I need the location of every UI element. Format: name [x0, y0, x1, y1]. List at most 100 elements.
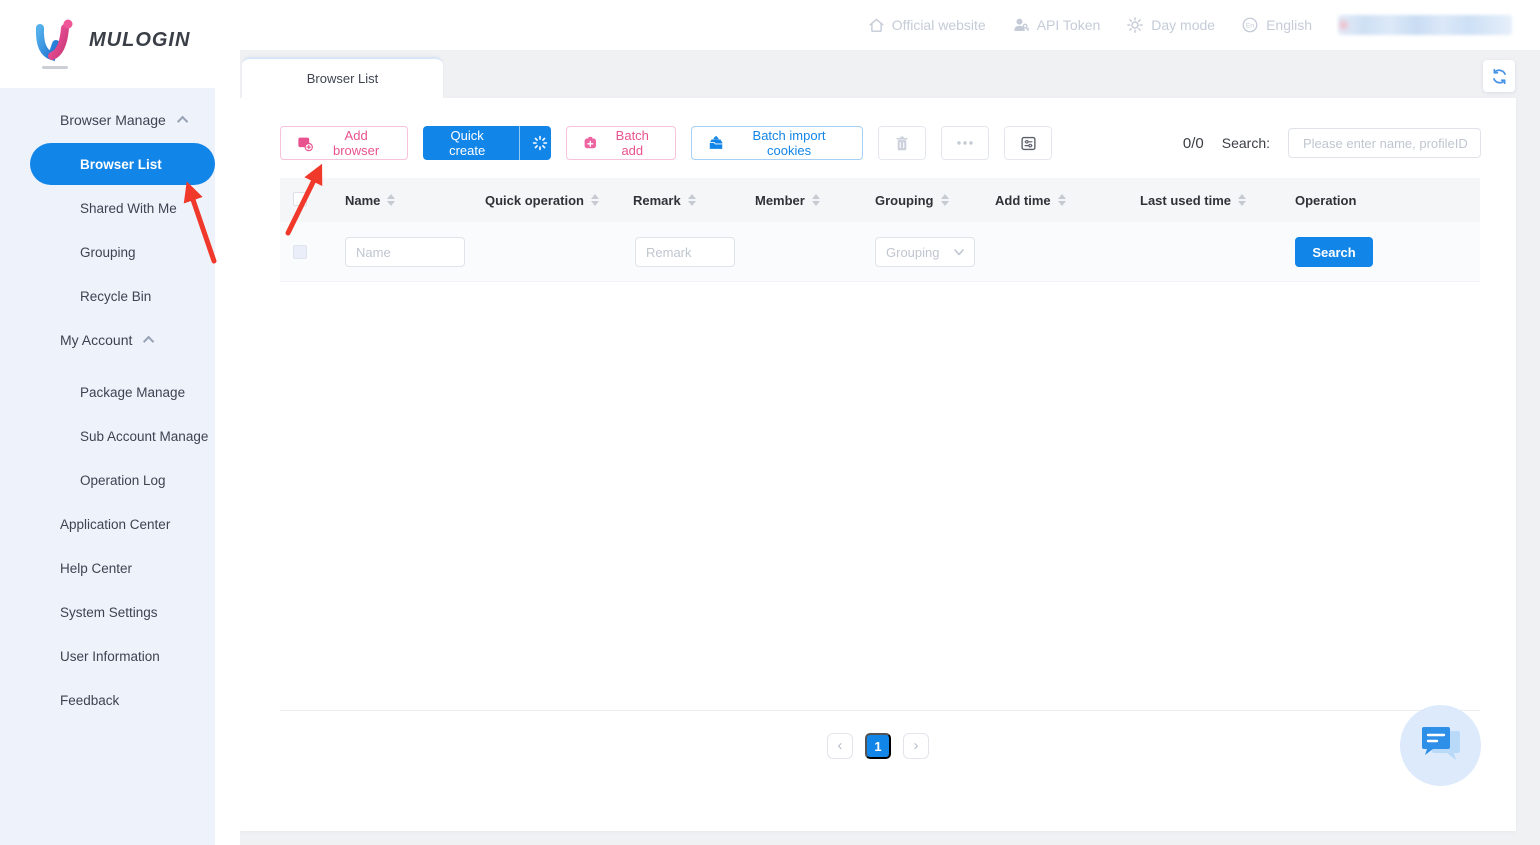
add-browser-button[interactable]: Add browser — [280, 126, 408, 160]
mulogin-logo-icon — [35, 19, 73, 61]
filter-row-checkbox[interactable] — [293, 245, 307, 259]
sort-icon[interactable] — [387, 194, 396, 206]
sidebar-item-label: Operation Log — [80, 472, 166, 488]
column-label: Name — [345, 192, 381, 208]
sidebar-item-user-information[interactable]: User Information — [0, 634, 215, 678]
column-header-member[interactable]: Member — [755, 178, 820, 222]
sidebar-item-help-center[interactable]: Help Center — [0, 546, 215, 590]
batch-add-label: Batch add — [615, 128, 649, 158]
column-header-add-time[interactable]: Add time — [995, 178, 1066, 222]
delete-selected-button[interactable] — [878, 126, 926, 160]
add-browser-icon — [298, 137, 313, 151]
column-header-operation: Operation — [1295, 178, 1356, 222]
sidebar-item-grouping[interactable]: Grouping — [0, 230, 215, 274]
search-label: Search: — [1221, 135, 1270, 151]
quick-create-sparkle-button[interactable] — [528, 135, 551, 151]
support-chat-button[interactable] — [1400, 705, 1481, 786]
column-label: Last used time — [1140, 192, 1232, 208]
pagination-prev-button[interactable]: ‹ — [827, 733, 853, 759]
column-settings-button[interactable] — [1004, 126, 1052, 160]
global-search-input[interactable] — [1303, 135, 1479, 151]
chevron-down-icon — [954, 248, 964, 255]
pagination-divider — [280, 710, 1480, 711]
sidebar-item-sub-account-manage[interactable]: Sub Account Manage — [0, 414, 215, 458]
refresh-button[interactable] — [1483, 60, 1515, 92]
chevron-up-icon — [176, 115, 189, 128]
topbar-api-token[interactable]: API Token — [1012, 16, 1101, 34]
column-label: Add time — [995, 192, 1051, 208]
sort-icon[interactable] — [1238, 194, 1247, 206]
column-header-remark[interactable]: Remark — [633, 178, 696, 222]
topbar: Official website API Token Day mode En E… — [240, 0, 1512, 50]
sidebar-item-package-manage[interactable]: Package Manage — [0, 370, 215, 414]
sort-icon[interactable] — [1057, 194, 1066, 206]
batch-add-button[interactable]: Batch add — [566, 126, 676, 160]
sidebar-item-label: Browser List — [80, 156, 162, 172]
quick-create-button[interactable]: Quick create — [423, 126, 551, 160]
layout-gutter — [215, 50, 240, 845]
sidebar-group-label: My Account — [60, 332, 133, 348]
button-divider — [519, 126, 521, 160]
sidebar-item-label: Package Manage — [80, 384, 186, 400]
filter-row: Grouping Search — [280, 222, 1480, 282]
sidebar-item-shared-with-me[interactable]: Shared With Me — [0, 186, 215, 230]
topbar-label: API Token — [1036, 17, 1101, 33]
filter-grouping-select[interactable]: Grouping — [875, 237, 975, 267]
global-search-box[interactable] — [1288, 128, 1481, 158]
sort-icon[interactable] — [687, 194, 696, 206]
pagination: ‹ 1 › — [240, 733, 1516, 759]
filter-search-button[interactable]: Search — [1295, 237, 1373, 267]
table-header: Name Quick operation Remark Member Group… — [280, 178, 1480, 222]
sidebar-item-application-center[interactable]: Application Center — [0, 502, 215, 546]
column-header-quick-operation[interactable]: Quick operation — [485, 178, 599, 222]
toolbar-right: 0/0 Search: — [1183, 128, 1481, 158]
filter-name-input[interactable] — [345, 237, 465, 267]
chevron-up-icon — [143, 335, 155, 348]
quick-create-label: Quick create — [449, 128, 486, 158]
sparkle-icon — [532, 135, 547, 151]
svg-text:En: En — [1246, 23, 1255, 30]
batch-import-cookies-label: Batch import cookies — [752, 128, 826, 158]
pagination-page-1[interactable]: 1 — [865, 733, 891, 759]
filter-remark-input[interactable] — [635, 237, 735, 267]
sidebar-item-operation-log[interactable]: Operation Log — [0, 458, 215, 502]
column-label: Operation — [1295, 192, 1357, 208]
batch-import-cookies-button[interactable]: Batch import cookies — [691, 126, 863, 160]
sidebar-item-label: Recycle Bin — [80, 288, 152, 304]
more-actions-button[interactable] — [941, 126, 989, 160]
sort-icon[interactable] — [590, 194, 599, 206]
sidebar-item-label: User Information — [60, 648, 160, 664]
column-header-last-used-time[interactable]: Last used time — [1140, 178, 1247, 222]
sort-icon[interactable] — [811, 194, 820, 206]
sidebar-item-feedback[interactable]: Feedback — [0, 678, 215, 722]
sort-icon[interactable] — [940, 194, 949, 206]
sidebar-group-browser-manage[interactable]: Browser Manage — [0, 98, 215, 142]
topbar-day-mode[interactable]: Day mode — [1126, 16, 1215, 34]
brand-logo[interactable]: MULOGIN — [33, 16, 190, 64]
column-label: Member — [755, 192, 805, 208]
tab-label: Browser List — [306, 71, 379, 86]
sidebar-item-system-settings[interactable]: System Settings — [0, 590, 215, 634]
chat-bubbles-icon — [1421, 726, 1460, 760]
account-redacted[interactable] — [1338, 15, 1512, 35]
tab-browser-list[interactable]: Browser List — [242, 57, 443, 98]
sidebar-group-my-account[interactable]: My Account — [0, 318, 215, 362]
pagination-next-button[interactable]: › — [903, 733, 929, 759]
topbar-language[interactable]: En English — [1241, 16, 1312, 34]
column-label: Remark — [633, 192, 681, 208]
sidebar-item-label: Help Center — [60, 560, 133, 576]
sidebar-item-label: Application Center — [60, 516, 171, 532]
column-label: Quick operation — [485, 192, 584, 208]
sidebar-item-label: Grouping — [80, 244, 136, 260]
sidebar-item-browser-list[interactable]: Browser List — [30, 143, 215, 185]
globe-en-icon: En — [1242, 17, 1258, 33]
topbar-label: Official website — [891, 17, 986, 33]
sidebar-item-recycle-bin[interactable]: Recycle Bin — [0, 274, 215, 318]
column-header-grouping[interactable]: Grouping — [875, 178, 949, 222]
select-all-checkbox[interactable] — [293, 192, 307, 206]
topbar-label: Day mode — [1151, 17, 1216, 33]
topbar-official-website[interactable]: Official website — [868, 17, 986, 34]
sidebar-item-label: System Settings — [60, 604, 158, 620]
brand-name: MULOGIN — [89, 28, 191, 51]
column-header-name[interactable]: Name — [345, 178, 396, 222]
